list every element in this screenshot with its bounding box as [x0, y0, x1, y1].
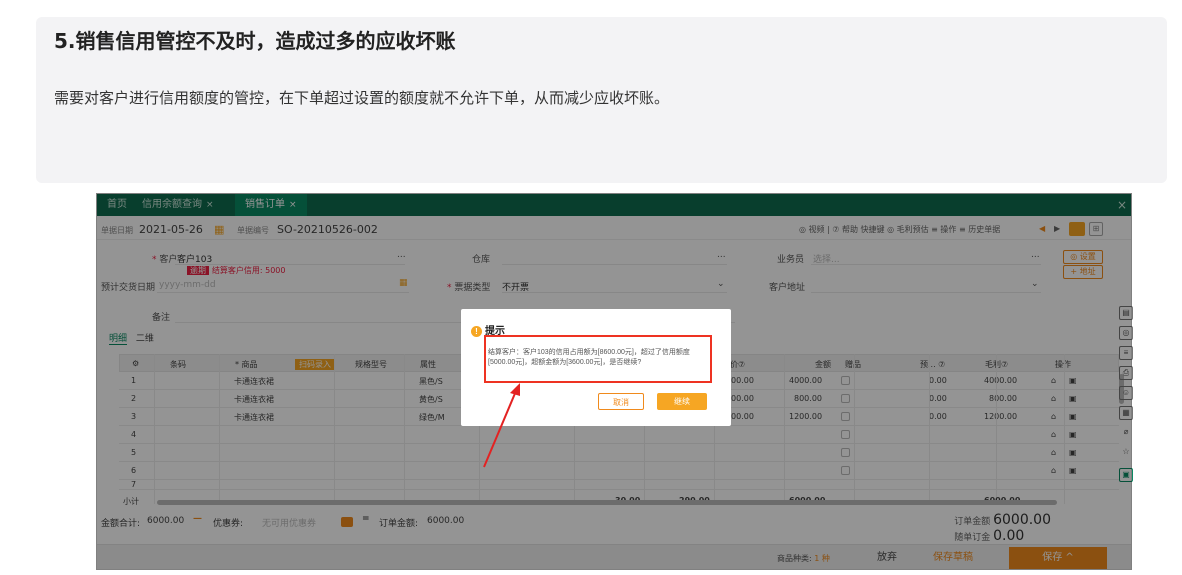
annotation-arrow — [483, 383, 520, 468]
warning-icon: ! — [471, 326, 482, 337]
continue-button[interactable]: 继续 — [657, 393, 707, 410]
cancel-button[interactable]: 取消 — [598, 393, 644, 410]
intro-description: 需要对客户进行信用额度的管控，在下单超过设置的额度就不允许下单，从而减少应收坏账… — [54, 89, 670, 107]
intro-title: 5.销售信用管控不及时，造成过多的应收坏账 — [54, 29, 456, 53]
dialog-message: 结算客户：客户103的信用占用额为[8600.00元]，超过了信用额度[5000… — [488, 349, 690, 366]
